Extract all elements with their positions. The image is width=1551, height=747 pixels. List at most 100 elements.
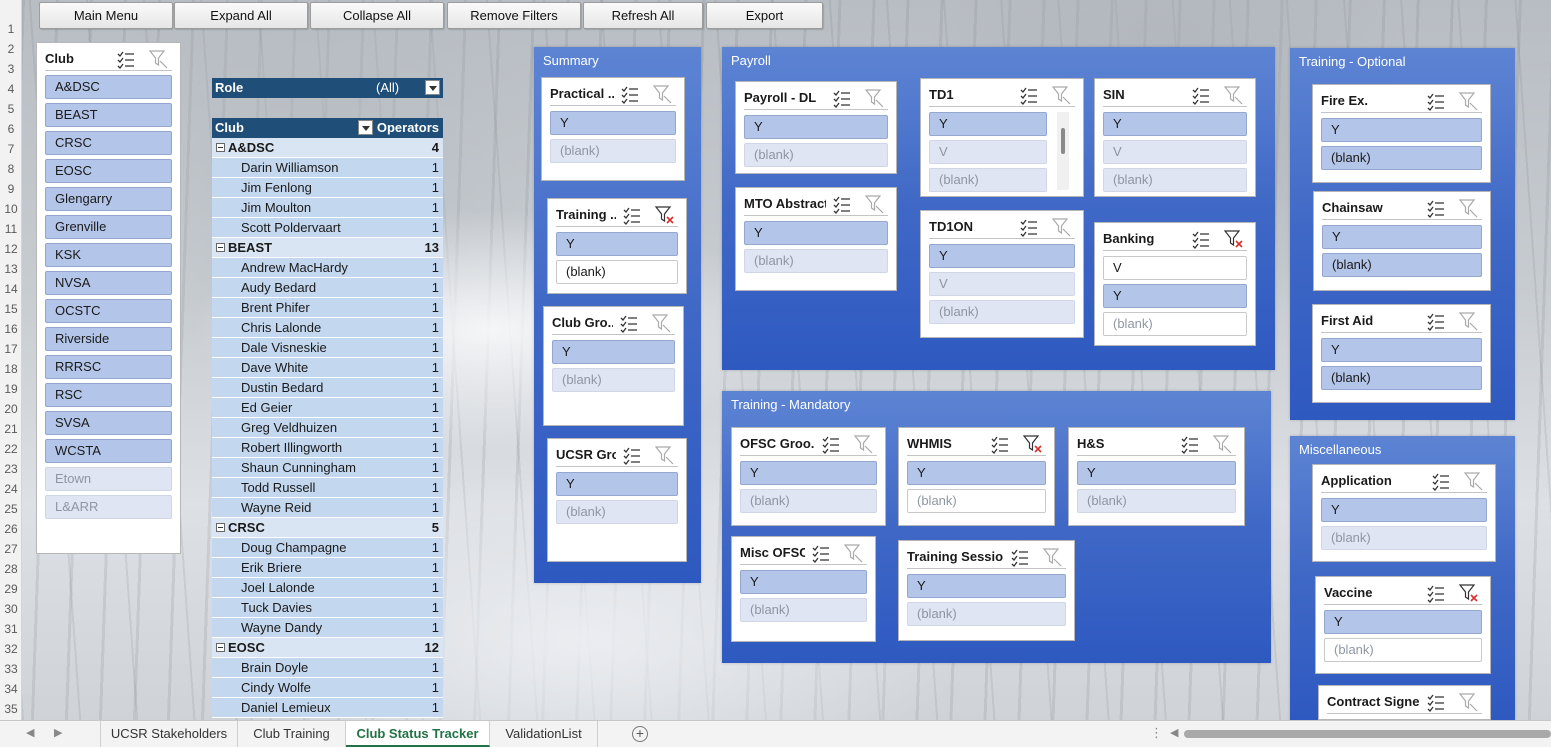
multi-select-icon[interactable] — [1019, 85, 1039, 105]
row-number[interactable]: 2 — [0, 42, 22, 56]
slicer-item[interactable]: (blank) — [744, 143, 888, 167]
row-number[interactable]: 27 — [0, 542, 22, 556]
tab-validation-list[interactable]: ValidationList — [490, 721, 598, 747]
slicer-item[interactable]: (blank) — [552, 368, 675, 392]
slicer-item[interactable]: Y — [744, 221, 888, 245]
slicer-item[interactable]: (blank) — [929, 300, 1075, 324]
slicer-item[interactable]: (blank) — [1077, 489, 1236, 513]
clear-filter-icon[interactable] — [1212, 434, 1232, 454]
slicer-item[interactable]: (blank) — [550, 139, 676, 163]
slicer-item[interactable]: Y — [552, 340, 675, 364]
club-slicer[interactable]: Club A&DSC BEAST CRSC EOSC Glengarry Grenvill… — [36, 42, 181, 554]
row-number[interactable]: 22 — [0, 442, 22, 456]
club-slicer-item[interactable]: A&DSC — [45, 75, 172, 99]
slicer-item[interactable]: Y — [1322, 225, 1482, 249]
row-number[interactable]: 29 — [0, 582, 22, 596]
hscroll-left-icon[interactable]: ◀ — [1170, 726, 1178, 739]
tab-club-status-tracker[interactable]: Club Status Tracker — [346, 721, 490, 747]
multi-select-icon[interactable] — [1431, 471, 1451, 491]
ofsc-groom-slicer[interactable]: OFSC Groo... Y (blank) — [731, 427, 886, 526]
clear-filter-icon[interactable] — [864, 194, 884, 214]
multi-select-icon[interactable] — [1426, 692, 1446, 712]
clear-filter-icon[interactable] — [1223, 85, 1243, 105]
slicer-item[interactable]: Y — [550, 111, 676, 135]
slicer-item[interactable]: Y — [1321, 338, 1482, 362]
row-number[interactable]: 20 — [0, 402, 22, 416]
training-session-slicer[interactable]: Training Session Y (blank) — [898, 540, 1075, 641]
club-slicer-item[interactable]: Grenville — [45, 215, 172, 239]
horizontal-scrollbar[interactable] — [1184, 730, 1551, 738]
collapse-all-button[interactable]: Collapse All — [310, 2, 444, 29]
slicer-item[interactable]: Y — [1103, 112, 1247, 136]
club-slicer-item[interactable]: L&ARR — [45, 495, 172, 519]
multi-select-icon[interactable] — [832, 194, 852, 214]
tab-scroll-right-icon[interactable]: ▶ — [54, 726, 62, 739]
td1on-slicer[interactable]: TD1ON Y V (blank) — [920, 210, 1084, 338]
tab-club-training[interactable]: Club Training — [238, 721, 346, 747]
row-number[interactable]: 3 — [0, 62, 22, 76]
vaccine-slicer[interactable]: Vaccine Y (blank) — [1315, 576, 1491, 674]
clear-filter-icon[interactable] — [843, 543, 863, 563]
row-number[interactable]: 19 — [0, 382, 22, 396]
row-number[interactable]: 6 — [0, 122, 22, 136]
remove-filters-button[interactable]: Remove Filters — [447, 2, 581, 29]
club-slicer-item[interactable]: EOSC — [45, 159, 172, 183]
clear-filter-icon[interactable] — [1463, 471, 1483, 491]
multi-select-icon[interactable] — [1426, 311, 1446, 331]
slicer-item[interactable]: Y — [1103, 284, 1247, 308]
row-number[interactable]: 16 — [0, 322, 22, 336]
row-number[interactable]: 26 — [0, 522, 22, 536]
row-number[interactable]: 32 — [0, 642, 22, 656]
club-slicer-item[interactable]: SVSA — [45, 411, 172, 435]
slicer-item[interactable]: (blank) — [1103, 168, 1247, 192]
club-slicer-item[interactable]: Riverside — [45, 327, 172, 351]
td1-slicer[interactable]: TD1 Y V (blank) — [920, 78, 1084, 197]
slicer-item[interactable]: V — [929, 272, 1075, 296]
mto-abstract-slicer[interactable]: MTO Abstract Y (blank) — [735, 187, 897, 291]
slicer-item[interactable]: Y — [907, 574, 1066, 598]
clear-filter-icon[interactable] — [1022, 434, 1042, 454]
contract-signed-slicer[interactable]: Contract Signed — [1318, 685, 1491, 720]
multi-select-icon[interactable] — [1010, 547, 1030, 567]
row-number[interactable]: 23 — [0, 462, 22, 476]
row-number[interactable]: 7 — [0, 142, 22, 156]
slicer-item[interactable]: (blank) — [1321, 526, 1487, 550]
slicer-item[interactable]: (blank) — [1321, 366, 1482, 390]
row-number[interactable]: 8 — [0, 162, 22, 176]
row-number[interactable]: 34 — [0, 682, 22, 696]
whmis-slicer[interactable]: WHMIS Y (blank) — [898, 427, 1055, 526]
multi-select-icon[interactable] — [1426, 91, 1446, 111]
clear-filter-icon[interactable] — [1458, 198, 1478, 218]
slicer-item[interactable]: Y — [1321, 118, 1482, 142]
clear-filter-icon[interactable] — [853, 434, 873, 454]
clear-filter-icon[interactable] — [1458, 311, 1478, 331]
add-sheet-icon[interactable]: + — [632, 726, 648, 742]
clear-filter-icon[interactable] — [652, 84, 672, 104]
multi-select-icon[interactable] — [1426, 198, 1446, 218]
clear-filter-icon[interactable] — [1458, 692, 1478, 712]
expand-all-button[interactable]: Expand All — [174, 2, 308, 29]
club-filter-dropdown-icon[interactable] — [358, 120, 373, 135]
row-number[interactable]: 11 — [0, 222, 22, 236]
multi-select-icon[interactable] — [1191, 229, 1211, 249]
multi-select-icon[interactable] — [620, 84, 640, 104]
slicer-item[interactable]: Y — [744, 115, 888, 139]
row-number[interactable]: 12 — [0, 242, 22, 256]
row-number[interactable]: 1 — [0, 22, 22, 36]
row-number[interactable]: 31 — [0, 622, 22, 636]
multi-select-icon[interactable] — [619, 313, 639, 333]
multi-select-icon[interactable] — [821, 434, 841, 454]
club-group-slicer[interactable]: Club Gro... Y (blank) — [543, 306, 684, 426]
slicer-item[interactable]: Y — [1321, 498, 1487, 522]
clear-filter-icon[interactable] — [864, 88, 884, 108]
club-slicer-item[interactable]: Etown — [45, 467, 172, 491]
collapse-group-icon[interactable] — [216, 243, 225, 252]
training-slicer[interactable]: Training ... Y (blank) — [547, 198, 687, 294]
row-number[interactable]: 10 — [0, 202, 22, 216]
main-menu-button[interactable]: Main Menu — [39, 2, 173, 29]
slicer-item[interactable]: Y — [556, 472, 678, 496]
slicer-item[interactable]: V — [1103, 140, 1247, 164]
ucsr-group-slicer[interactable]: UCSR Gro... Y (blank) — [547, 438, 687, 562]
multi-select-icon[interactable] — [1019, 217, 1039, 237]
slicer-item[interactable]: (blank) — [556, 260, 678, 284]
